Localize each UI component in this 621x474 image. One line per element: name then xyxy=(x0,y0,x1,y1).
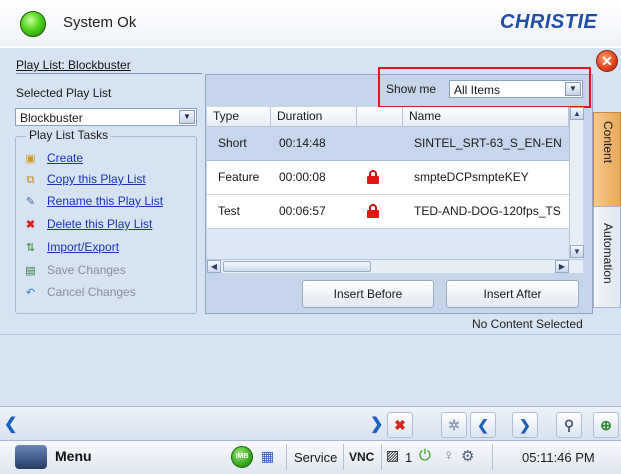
column-header-type[interactable]: Type xyxy=(207,107,271,127)
copy-icon: ⧉ xyxy=(26,174,35,186)
playlist-tasks-legend: Play List Tasks xyxy=(26,128,112,142)
task-label[interactable]: Rename this Play List xyxy=(47,194,163,208)
scrollbar-thumb[interactable] xyxy=(223,261,371,272)
lock-icon xyxy=(367,170,379,184)
insert-before-button[interactable]: Insert Before xyxy=(302,280,434,308)
playlist-dropdown-value: Blockbuster xyxy=(20,111,83,125)
save-icon: ▤ xyxy=(25,265,36,277)
vertical-scrollbar[interactable]: ▲ ▼ xyxy=(569,107,584,259)
scroll-up-icon[interactable]: ▲ xyxy=(570,107,584,120)
tab-automation-label: Automation xyxy=(601,223,615,284)
delete-x-icon: ✖ xyxy=(25,219,36,231)
stop-icon[interactable]: ✖ xyxy=(387,412,413,438)
lock-icon xyxy=(367,204,379,218)
table-row[interactable]: Test 00:06:57 TED-AND-DOG-120fps_TS xyxy=(207,195,583,229)
key-icon[interactable]: ♀ xyxy=(443,447,454,464)
taskbar-divider xyxy=(492,444,493,470)
power-icon[interactable]: ⏻ xyxy=(419,447,431,464)
title-divider xyxy=(16,73,202,74)
taskbar-divider xyxy=(286,444,287,470)
server-icon[interactable]: ▦ xyxy=(261,448,274,465)
taskbar-divider xyxy=(381,444,382,470)
zoom-in-icon[interactable]: ⊕ xyxy=(593,412,619,438)
projector-count: 1 xyxy=(405,450,413,465)
column-header-duration[interactable]: Duration xyxy=(271,107,357,127)
cell-duration: 00:06:57 xyxy=(279,204,326,218)
highlight-box xyxy=(378,67,591,108)
taskbar-divider xyxy=(343,444,344,470)
cell-name: SINTEL_SRT-63_S_EN-EN xyxy=(414,136,562,150)
cell-duration: 00:00:08 xyxy=(279,170,326,184)
cell-type: Test xyxy=(218,204,241,218)
task-label: Save Changes xyxy=(47,263,126,277)
column-header-lock[interactable] xyxy=(357,107,403,127)
selection-status-text: No Content Selected xyxy=(472,317,583,331)
table-row[interactable]: Short 00:14:48 SINTEL_SRT-63_S_EN-EN xyxy=(207,127,583,161)
chevron-down-icon[interactable]: ▼ xyxy=(179,110,195,124)
system-status-text: System Ok xyxy=(63,14,137,31)
scroll-down-icon[interactable]: ▼ xyxy=(570,245,584,258)
task-label[interactable]: Import/Export xyxy=(47,240,119,254)
zoom-out-icon[interactable]: ⚲ xyxy=(556,412,582,438)
imb-status-icon[interactable]: IMB xyxy=(231,446,253,468)
clock-time: 05:11:46 PM xyxy=(522,450,595,465)
cell-type: Short xyxy=(218,136,247,150)
arrow-right-icon[interactable]: ❯ xyxy=(370,414,383,434)
close-panel-icon[interactable]: ✕ xyxy=(596,50,618,72)
new-file-icon: ▣ xyxy=(25,153,36,165)
cell-duration: 00:14:48 xyxy=(279,136,326,150)
previous-icon[interactable]: ❮ xyxy=(470,412,496,438)
insert-after-button[interactable]: Insert After xyxy=(446,280,579,308)
projector-menu-icon[interactable] xyxy=(15,445,47,469)
task-label: Cancel Changes xyxy=(47,285,136,299)
tab-content[interactable]: Content xyxy=(593,112,621,220)
network-icon[interactable]: ⚙ xyxy=(461,447,474,465)
details-area xyxy=(0,334,621,406)
cell-type: Feature xyxy=(218,170,260,184)
selected-playlist-label: Selected Play List xyxy=(16,86,112,100)
next-icon[interactable]: ❯ xyxy=(512,412,538,438)
tab-automation[interactable]: Automation xyxy=(593,206,621,308)
arrow-left-icon[interactable]: ❮ xyxy=(4,414,17,434)
table-row[interactable]: Feature 00:00:08 smpteDCPsmpteKEY xyxy=(207,161,583,195)
import-export-icon: ⇅ xyxy=(25,242,36,254)
service-button[interactable]: Service xyxy=(294,450,337,465)
projector-icon[interactable]: ▨ xyxy=(386,447,399,464)
panel-title: Play List: Blockbuster xyxy=(16,58,131,72)
menu-button[interactable]: Menu xyxy=(55,448,92,464)
scroll-right-icon[interactable]: ▶ xyxy=(555,260,569,273)
scroll-left-icon[interactable]: ◀ xyxy=(207,260,221,273)
vnc-indicator[interactable]: VNC xyxy=(349,450,374,464)
task-label[interactable]: Copy this Play List xyxy=(47,172,146,186)
column-header-name[interactable]: Name xyxy=(403,107,569,127)
undo-icon: ↶ xyxy=(25,287,36,299)
horizontal-scrollbar[interactable]: ◀ ▶ xyxy=(207,259,583,273)
settings-icon[interactable]: ✲ xyxy=(441,412,467,438)
playlist-dropdown[interactable]: Blockbuster ▼ xyxy=(15,108,197,126)
tab-content-label: Content xyxy=(601,121,615,164)
cell-name: TED-AND-DOG-120fps_TS xyxy=(414,204,561,218)
system-status-indicator-icon xyxy=(20,11,46,37)
rename-icon: ✎ xyxy=(25,196,36,208)
cell-name: smpteDCPsmpteKEY xyxy=(414,170,529,184)
christie-logo: CHRISTIE xyxy=(500,11,598,33)
task-label[interactable]: Delete this Play List xyxy=(47,217,152,231)
task-label[interactable]: Create xyxy=(47,151,83,165)
